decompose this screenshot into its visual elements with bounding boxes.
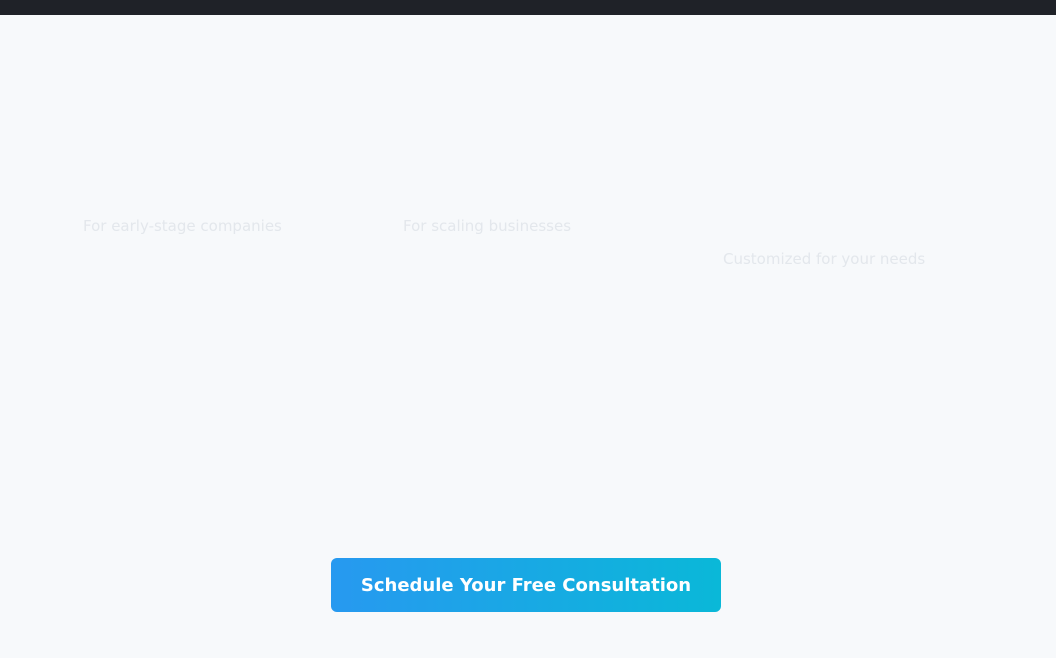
tier-subtitle-enterprise: Customized for your needs (723, 250, 926, 268)
schedule-consultation-button[interactable]: Schedule Your Free Consultation (331, 558, 721, 612)
tier-subtitle-startup: For early-stage companies (83, 217, 282, 235)
top-bar (0, 0, 1056, 15)
tier-subtitle-growth: For scaling businesses (403, 217, 572, 235)
pricing-section: For early-stage companies For scaling bu… (0, 15, 1056, 658)
